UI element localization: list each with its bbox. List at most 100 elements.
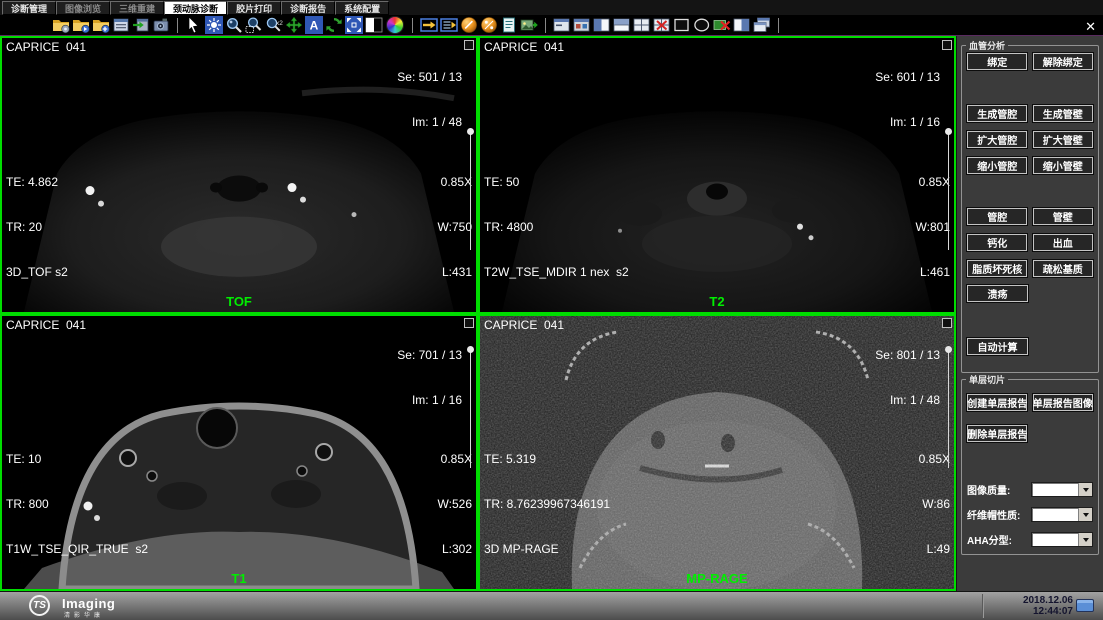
- pan-icon[interactable]: [285, 16, 303, 34]
- lumen-button[interactable]: 管腔: [967, 208, 1027, 225]
- slice-report-image-button[interactable]: 单层报告图像: [1033, 394, 1093, 411]
- report-document-icon[interactable]: [500, 16, 518, 34]
- tab-3d-reconstruction[interactable]: 三维重建: [110, 1, 164, 15]
- cascade-windows-icon[interactable]: [753, 16, 771, 34]
- series-checkbox[interactable]: [464, 318, 474, 328]
- refresh-icon[interactable]: [325, 16, 343, 34]
- bind-button[interactable]: 绑定: [967, 53, 1027, 70]
- slider-handle[interactable]: [467, 346, 474, 353]
- export-image-icon[interactable]: [520, 16, 538, 34]
- ellipse-roi-icon[interactable]: [693, 16, 711, 34]
- viewport-t1[interactable]: CAPRICE 041 Se: 701 / 13 Im: 1 / 16 TE: …: [0, 314, 478, 591]
- new-study-folder-icon[interactable]: [92, 16, 110, 34]
- series-number: Se: 601 / 13: [875, 70, 940, 85]
- unbind-button[interactable]: 解除绑定: [1033, 53, 1093, 70]
- layout-two-horizontal-icon[interactable]: [613, 16, 631, 34]
- tab-image-browse[interactable]: 图像浏览: [56, 1, 110, 15]
- layout-four-icon[interactable]: [633, 16, 651, 34]
- open-study-folder-icon[interactable]: [52, 16, 70, 34]
- slider-handle[interactable]: [467, 128, 474, 135]
- acquisition-info: TE: 10 TR: 800 T1W_TSE_QIR_TRUE s2: [6, 422, 148, 587]
- tab-diagnosis-management[interactable]: 诊断管理: [2, 1, 56, 15]
- auto-calculate-button[interactable]: 自动计算: [967, 338, 1028, 355]
- measure-tool-icon[interactable]: [460, 16, 478, 34]
- chevron-down-icon[interactable]: [1078, 508, 1092, 521]
- vessel-analysis-group: 血管分析 绑定 解除绑定 生成管腔 生成管壁 扩大管腔 扩大管壁 缩小管腔 缩小…: [961, 45, 1099, 373]
- tab-diagnosis-report[interactable]: 诊断报告: [281, 1, 335, 15]
- chevron-down-icon[interactable]: [1078, 483, 1092, 496]
- image-scroll-slider[interactable]: [470, 134, 471, 250]
- series-checkbox[interactable]: [942, 318, 952, 328]
- single-slice-group: 单层切片 创建单层报告 单层报告图像 删除单层报告 图像质量: 纤维帽性质: A…: [961, 379, 1099, 555]
- calcification-button[interactable]: 钙化: [967, 234, 1027, 251]
- ulcer-button[interactable]: 溃疡: [967, 285, 1028, 302]
- shrink-lumen-button[interactable]: 缩小管腔: [967, 157, 1027, 174]
- text-annotation-icon[interactable]: A: [305, 16, 323, 34]
- slider-handle[interactable]: [945, 128, 952, 135]
- layout-split-icon[interactable]: [733, 16, 751, 34]
- tr-value: TR: 8.76239967346191: [484, 497, 610, 512]
- zoom-region-icon[interactable]: [245, 16, 263, 34]
- zoom-icon[interactable]: [225, 16, 243, 34]
- color-palette-icon[interactable]: [386, 16, 404, 34]
- tr-value: TR: 20: [6, 220, 68, 235]
- datetime-display: 2018.12.06 12:44:07: [1023, 595, 1073, 617]
- series-checkbox[interactable]: [942, 40, 952, 50]
- lipid-necrotic-core-button[interactable]: 脂质坏死核: [967, 260, 1027, 277]
- fibrous-cap-select[interactable]: [1031, 507, 1093, 522]
- series-info: Se: 601 / 13 Im: 1 / 16: [875, 40, 940, 160]
- tab-system-config[interactable]: 系统配置: [335, 1, 389, 15]
- image-scroll-slider[interactable]: [470, 352, 471, 468]
- batch-transfer-icon[interactable]: [440, 16, 458, 34]
- tab-film-print[interactable]: 胶片打印: [227, 1, 281, 15]
- delete-slice-report-button[interactable]: 删除单层报告: [967, 425, 1027, 442]
- image-number: Im: 1 / 48: [875, 393, 940, 408]
- window-level-preset-icon[interactable]: [480, 16, 498, 34]
- layout-single-icon[interactable]: [553, 16, 571, 34]
- worklist-icon[interactable]: [112, 16, 130, 34]
- tab-carotid-diagnosis[interactable]: 颈动脉诊断: [164, 1, 227, 15]
- close-icon[interactable]: ✕: [1085, 21, 1096, 33]
- patient-name: CAPRICE 041: [6, 40, 86, 55]
- generate-lumen-button[interactable]: 生成管腔: [967, 105, 1027, 122]
- series-checkbox[interactable]: [464, 40, 474, 50]
- shrink-wall-button[interactable]: 缩小管壁: [1033, 157, 1093, 174]
- import-window-icon[interactable]: [132, 16, 150, 34]
- viewport-t2[interactable]: CAPRICE 041 Se: 601 / 13 Im: 1 / 16 TE: …: [478, 36, 956, 314]
- layout-two-vertical-icon[interactable]: [593, 16, 611, 34]
- zoom-factor: 0.85X: [438, 175, 472, 190]
- viewport-mprage[interactable]: CAPRICE 041 Se: 801 / 13 Im: 1 / 48 TE: …: [478, 314, 956, 591]
- generate-wall-button[interactable]: 生成管壁: [1033, 105, 1093, 122]
- cursor-icon[interactable]: [185, 16, 203, 34]
- aha-type-select[interactable]: [1031, 532, 1093, 547]
- wall-button[interactable]: 管壁: [1033, 208, 1093, 225]
- expand-wall-button[interactable]: 扩大管壁: [1033, 131, 1093, 148]
- clear-roi-icon[interactable]: [713, 16, 731, 34]
- layout-toolbox-icon[interactable]: [573, 16, 591, 34]
- rect-roi-icon[interactable]: [673, 16, 691, 34]
- slider-handle[interactable]: [945, 346, 952, 353]
- close-all-views-icon[interactable]: [653, 16, 671, 34]
- window-level-icon[interactable]: [205, 16, 223, 34]
- image-scroll-slider[interactable]: [948, 134, 949, 250]
- invert-icon[interactable]: [365, 16, 383, 34]
- image-scroll-slider[interactable]: [948, 352, 949, 468]
- create-slice-report-button[interactable]: 创建单层报告: [967, 394, 1027, 411]
- sequence-name: 3D_TOF s2: [6, 265, 68, 280]
- expand-lumen-button[interactable]: 扩大管腔: [967, 131, 1027, 148]
- window-width: W:86: [919, 497, 950, 512]
- zoom-factor: 0.85X: [438, 452, 472, 467]
- open-series-folder-icon[interactable]: [72, 16, 90, 34]
- image-quality-label: 图像质量:: [967, 482, 1010, 497]
- loose-matrix-button[interactable]: 疏松基质: [1033, 260, 1093, 277]
- chevron-down-icon[interactable]: [1078, 533, 1092, 546]
- fit-to-window-icon[interactable]: [345, 16, 363, 34]
- image-quality-select[interactable]: [1031, 482, 1093, 497]
- brand-logo: TS: [29, 595, 50, 616]
- viewport-tof[interactable]: CAPRICE 041 Se: 501 / 13 Im: 1 / 48 TE: …: [0, 36, 478, 314]
- archive-device-icon[interactable]: [152, 16, 170, 34]
- hemorrhage-button[interactable]: 出血: [1033, 234, 1093, 251]
- send-transfer-icon[interactable]: [420, 16, 438, 34]
- te-value: TE: 4.862: [6, 175, 68, 190]
- zoom-out-icon[interactable]: x2: [265, 16, 283, 34]
